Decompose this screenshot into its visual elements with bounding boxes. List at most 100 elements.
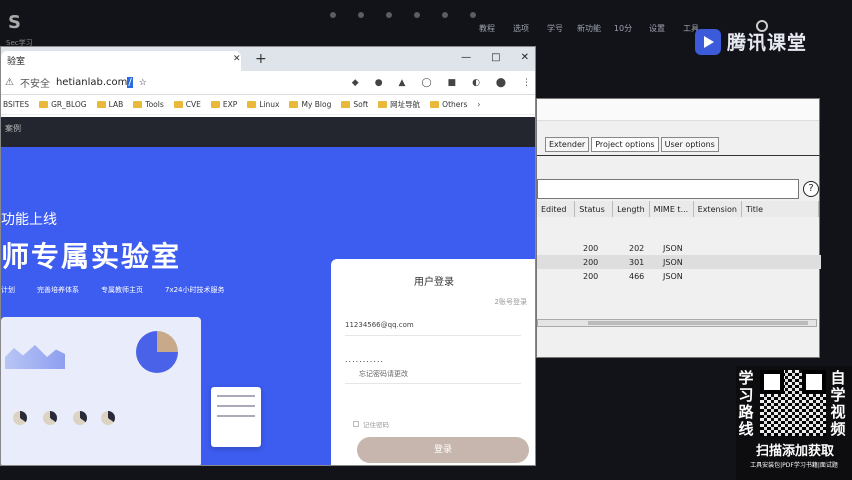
bookmark-item[interactable]: 网址导航 [378,99,420,110]
tray-icon[interactable] [414,12,420,18]
maximize-icon[interactable]: □ [491,52,500,63]
bookmark-item[interactable]: GR_BLOG [39,100,87,109]
column-header[interactable]: Status [574,201,614,217]
browser-tab[interactable]: 验室 ✕ [1,51,241,71]
close-tab-icon[interactable]: ✕ [233,54,241,64]
bookmark-item[interactable]: CVE [173,100,201,109]
help-icon[interactable]: ? [803,181,819,197]
table-rows: 200 202 JSON 200 301 JSON 200 466 JSON [537,241,821,283]
tray-icon[interactable] [330,12,336,18]
folder-icon [210,101,220,108]
dock-item[interactable]: 教程 [470,18,504,40]
more-bookmarks-icon[interactable]: › [477,100,480,109]
top-dock: 教程 选项 学号 新功能 10分 设置 工具 [470,18,708,40]
login-panel: 用户登录 2账号登录 11234566@qq.com ........... 忘… [331,259,535,465]
dock-item[interactable]: 学号 [538,18,572,40]
dock-item[interactable]: 选项 [504,18,538,40]
bookmark-item[interactable]: LAB [96,100,123,109]
burp-suite-window: Extender Project options User options ? … [536,98,821,358]
security-label[interactable]: 不安全 [20,75,50,90]
address-bar[interactable]: ⚠ 不安全 hetianlab.com/ ☆ ◆ ● ▲ ◯ ■ ◐ ⬤ ⋮ [1,71,535,95]
email-field[interactable]: 11234566@qq.com [345,321,414,329]
dock-item[interactable]: 设置 [640,18,674,40]
ad-cta: 扫描添加获取 [755,444,834,459]
tab-user-options[interactable]: User options [660,137,719,152]
divider [345,383,521,384]
tab-extender[interactable]: Extender [545,137,590,152]
browser-window: 验室 ✕ + — □ ✕ ⚠ 不安全 hetianlab.com/ ☆ ◆ ● … [0,46,536,466]
warning-icon[interactable]: ⚠ [5,77,14,88]
bookmark-item[interactable]: EXP [210,100,237,109]
checkbox-icon [353,421,359,427]
column-header[interactable]: Title [741,201,820,217]
table-row[interactable]: 200 466 JSON [537,269,821,283]
folder-icon [96,101,106,108]
bookmark-item[interactable]: Linux [247,100,279,109]
app-logo: S [8,12,21,33]
bookmarks-bar: BSITES GR_BLOG LAB Tools CVE EXP Linux M… [1,95,535,115]
forgot-password-link[interactable]: 忘记密码请更改 [359,369,408,379]
feature-item: 完善培养体系 [37,286,79,294]
tab-bar: 验室 ✕ + — □ ✕ [1,47,535,71]
star-icon[interactable]: ☆ [139,78,147,88]
alt-login-link[interactable]: 2账号登录 [495,297,527,307]
ad-left-text: 学习路线 [738,369,754,438]
site-header[interactable]: 案例 [1,117,535,147]
bookmark-item[interactable]: BSITES [3,100,29,109]
close-window-icon[interactable]: ✕ [521,52,529,63]
feature-list: 计划 完善培养体系 专属教师主页 7x24小时技术服务 [1,285,225,295]
extension-icons: ◆ ● ▲ ◯ ■ ◐ ⬤ ⋮ [352,78,531,88]
scrollbar-thumb[interactable] [588,321,808,325]
tray-icons [330,12,476,18]
extension-icon[interactable]: ▲ [399,78,406,88]
login-title: 用户登录 [414,277,454,288]
tray-icon[interactable] [358,12,364,18]
table-row[interactable]: 200 202 JSON [537,241,821,255]
minimize-icon[interactable]: — [461,52,471,63]
tab-title: 验室 [7,57,26,67]
extension-icon[interactable]: ◐ [472,78,480,88]
new-tab-icon[interactable]: + [255,51,267,67]
table-row[interactable]: 200 301 JSON [537,255,821,269]
extension-icon[interactable]: ◆ [352,78,359,88]
folder-icon [247,101,257,108]
profile-avatar[interactable]: ⬤ [496,78,506,88]
url-text[interactable]: hetianlab.com/ [56,77,133,88]
filter-bar[interactable] [537,179,799,199]
http-history-table: Edited Status Length MIME t... Extension… [537,201,820,217]
login-button[interactable]: 登录 [357,437,529,463]
extension-icon[interactable]: ● [375,78,383,88]
extension-icon[interactable]: ◯ [421,78,431,88]
horizontal-scrollbar[interactable] [537,319,817,327]
hero-title: 师专属实验室 [1,240,182,273]
dock-item[interactable]: 10分 [606,18,640,40]
tray-icon[interactable] [386,12,392,18]
remember-checkbox[interactable]: 记住密码 [353,419,389,429]
dock-item[interactable]: 新功能 [572,18,606,40]
dashboard-illustration [1,317,201,465]
ad-subtext: 工具安装包|PDF学习书籍|面试题 [750,462,838,469]
tray-icon[interactable] [442,12,448,18]
donut-graphic [101,411,115,425]
column-header[interactable]: MIME t... [649,201,694,217]
password-field[interactable]: ........... [345,355,384,364]
bookmark-item[interactable]: Others [430,100,467,109]
donut-graphic [73,411,87,425]
tencent-classroom-watermark: 腾讯课堂 [695,28,807,55]
column-header[interactable]: Length [612,201,650,217]
column-header[interactable]: Extension [693,201,742,217]
column-header[interactable]: Edited [537,201,576,217]
play-icon [695,28,721,55]
tab-project-options[interactable]: Project options [591,137,659,152]
pie-chart-graphic [136,331,178,373]
bookmark-item[interactable]: Tools [133,100,164,109]
extension-icon[interactable]: ■ [448,78,457,88]
folder-icon [39,101,49,108]
folder-icon [133,101,143,108]
divider [345,335,521,336]
folder-icon [289,101,299,108]
menu-icon[interactable]: ⋮ [522,78,531,88]
bookmark-item[interactable]: Soft [341,100,368,109]
bookmark-item[interactable]: My Blog [289,100,331,109]
brand-label: 腾讯课堂 [727,32,808,54]
